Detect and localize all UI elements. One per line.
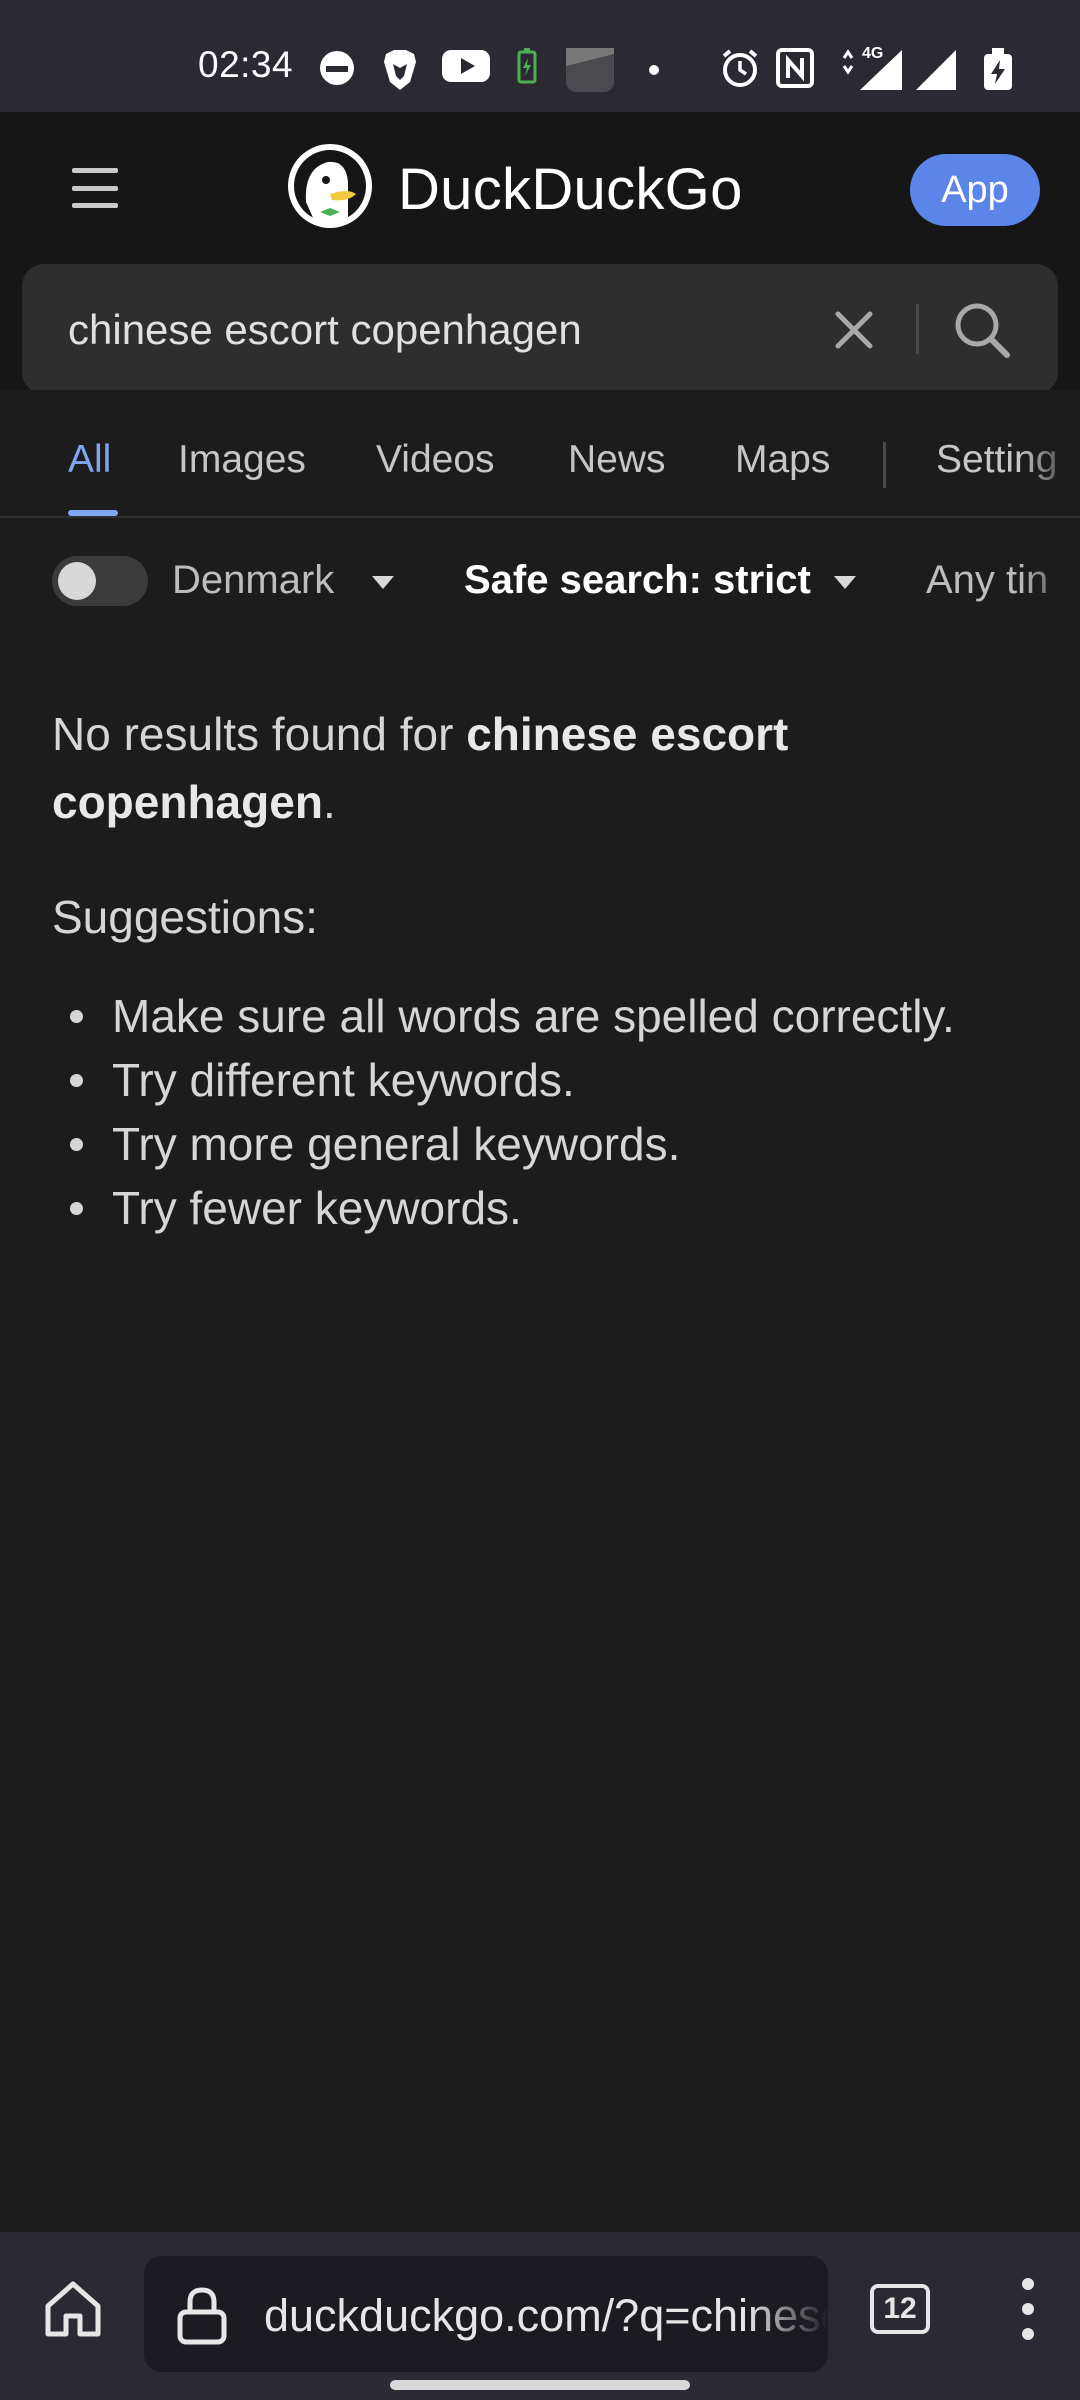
tab-maps[interactable]: Maps bbox=[735, 438, 830, 482]
header: DuckDuckGo App bbox=[0, 112, 1080, 260]
active-tab-indicator bbox=[68, 510, 118, 516]
more-menu-icon[interactable] bbox=[1018, 2276, 1038, 2342]
safe-search-filter[interactable]: Safe search: strict bbox=[464, 558, 811, 603]
signal-4g-icon: 4G bbox=[842, 45, 902, 90]
tabs-fade bbox=[1020, 390, 1080, 516]
app-icon bbox=[566, 48, 614, 92]
filters-bar: Denmark Safe search: strict Any tin bbox=[0, 520, 1080, 640]
alarm-icon bbox=[722, 49, 758, 87]
gesture-handle[interactable] bbox=[390, 2380, 690, 2390]
no-results-prefix: No results found for bbox=[52, 708, 467, 760]
toggle-knob bbox=[58, 562, 96, 600]
search-input[interactable]: chinese escort copenhagen bbox=[22, 264, 1058, 394]
list-item: Make sure all words are spelled correctl… bbox=[52, 984, 1042, 1048]
status-time: 02:34 bbox=[198, 44, 294, 85]
battery-saver-icon bbox=[517, 48, 537, 84]
duckduckgo-logo-icon[interactable] bbox=[286, 142, 374, 230]
tab-separator bbox=[883, 442, 886, 488]
battery-charging-icon bbox=[984, 48, 1012, 90]
search-icon[interactable] bbox=[952, 300, 1012, 360]
home-icon[interactable] bbox=[42, 2278, 104, 2340]
search-area: chinese escort copenhagen bbox=[0, 260, 1080, 394]
region-toggle[interactable] bbox=[52, 556, 148, 606]
signal-icon bbox=[916, 50, 956, 90]
search-query-text[interactable]: chinese escort copenhagen bbox=[68, 306, 582, 354]
url-text[interactable]: duckduckgo.com/?q=chinese bbox=[264, 2290, 828, 2342]
tab-videos[interactable]: Videos bbox=[376, 438, 495, 482]
filters-fade bbox=[1020, 520, 1080, 640]
dot-icon bbox=[649, 65, 659, 75]
network-label: 4G bbox=[862, 45, 883, 62]
address-bar[interactable]: duckduckgo.com/?q=chinese bbox=[144, 2256, 828, 2372]
hamburger-menu-icon[interactable] bbox=[72, 168, 118, 208]
list-item: Try more general keywords. bbox=[52, 1112, 1042, 1176]
tab-all[interactable]: All bbox=[68, 438, 111, 482]
no-results-message: No results found for chinese escort cope… bbox=[52, 700, 1042, 836]
lock-icon[interactable] bbox=[176, 2286, 228, 2346]
browser-toolbar: duckduckgo.com/?q=chinese 12 bbox=[0, 2232, 1080, 2400]
search-tabs: All Images Videos News Maps Setting bbox=[0, 390, 1080, 518]
brand-name: DuckDuckGo bbox=[398, 157, 743, 222]
list-item: Try fewer keywords. bbox=[52, 1176, 1042, 1240]
suggestions-list: Make sure all words are spelled correctl… bbox=[52, 984, 1042, 1240]
search-divider bbox=[916, 304, 919, 354]
region-caret-icon[interactable] bbox=[372, 576, 394, 589]
url-fade bbox=[748, 2256, 828, 2372]
region-filter[interactable]: Denmark bbox=[172, 558, 334, 603]
nfc-icon bbox=[776, 48, 814, 88]
tab-count-button[interactable]: 12 bbox=[870, 2284, 930, 2334]
incognito-icon bbox=[320, 51, 354, 85]
tab-news[interactable]: News bbox=[568, 438, 666, 482]
status-bar: 02:34 4G bbox=[0, 0, 1080, 112]
list-item: Try different keywords. bbox=[52, 1048, 1042, 1112]
no-results-suffix: . bbox=[322, 776, 336, 828]
app-button[interactable]: App bbox=[910, 154, 1040, 226]
youtube-icon bbox=[442, 50, 490, 82]
safe-search-caret-icon[interactable] bbox=[834, 576, 856, 589]
results-area: No results found for chinese escort cope… bbox=[52, 700, 1042, 1240]
tab-images[interactable]: Images bbox=[178, 438, 306, 482]
clear-icon[interactable] bbox=[832, 308, 876, 352]
brave-lion-icon bbox=[384, 50, 416, 90]
suggestions-title: Suggestions: bbox=[52, 891, 318, 943]
